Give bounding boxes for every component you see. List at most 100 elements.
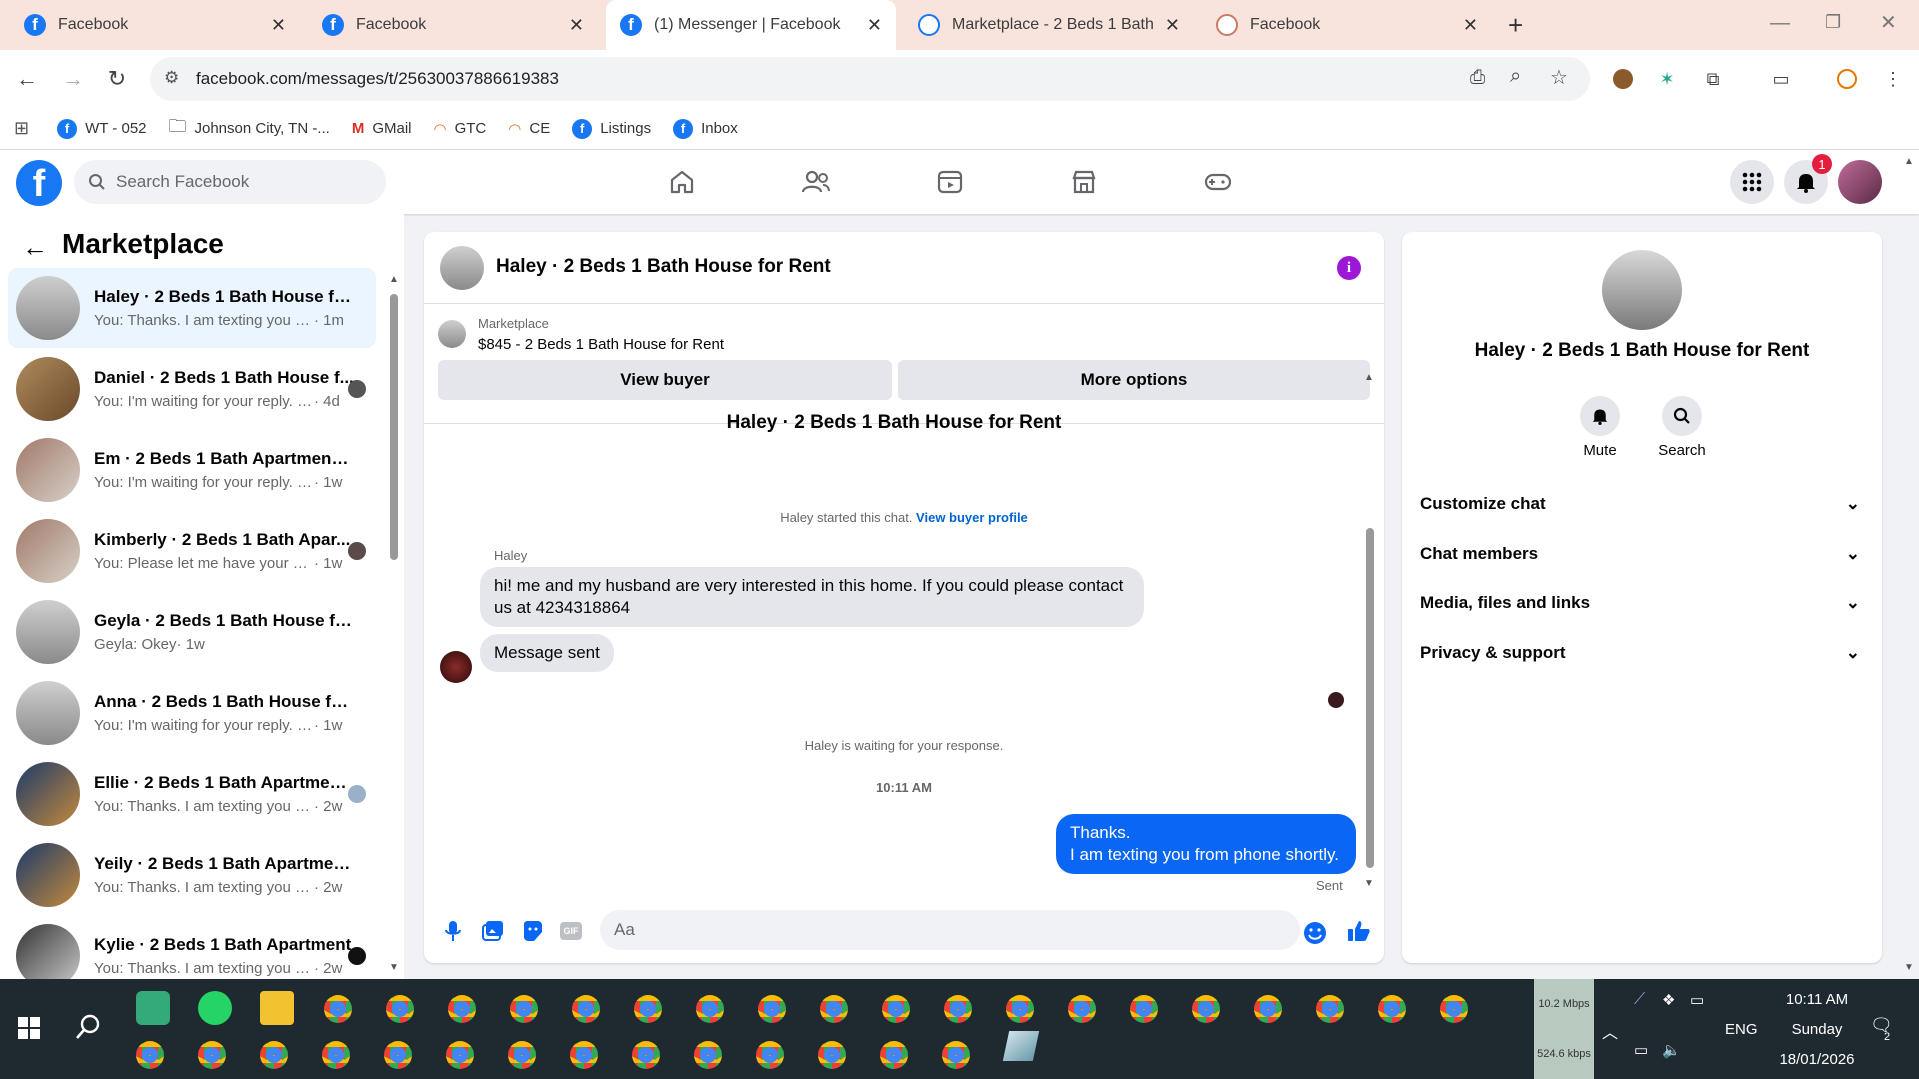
- page-scroll-up-icon[interactable]: ▲: [1904, 156, 1914, 167]
- chrome-profile-icon[interactable]: [384, 1041, 412, 1069]
- battery-icon[interactable]: ▭: [1690, 991, 1704, 1009]
- extension-icon[interactable]: ✶: [1654, 66, 1680, 92]
- chrome-profile-icon[interactable]: [446, 1041, 474, 1069]
- home-icon[interactable]: [662, 164, 702, 200]
- chrome-profile-icon[interactable]: [942, 1041, 970, 1069]
- view-buyer-button[interactable]: View buyer: [438, 360, 892, 400]
- chrome-profile-icon[interactable]: [634, 995, 662, 1023]
- sticker-icon[interactable]: [520, 918, 546, 944]
- chrome-profile-icon[interactable]: [1192, 995, 1220, 1023]
- bookmark-item[interactable]: 🗀 Johnson City, TN -...: [169, 114, 330, 144]
- facebook-logo-icon[interactable]: f: [16, 160, 62, 206]
- back-icon[interactable]: ←: [12, 64, 42, 94]
- clock-time[interactable]: 10:11 AM: [1772, 991, 1862, 1008]
- back-arrow-icon[interactable]: ←: [22, 232, 48, 263]
- chrome-profile-icon[interactable]: [136, 1041, 164, 1069]
- dropbox-icon[interactable]: ❖: [1662, 991, 1675, 1009]
- bookmark-item[interactable]: f WT - 052: [57, 118, 147, 139]
- bookmark-item[interactable]: f Listings: [572, 118, 651, 139]
- conversation-item[interactable]: Em · 2 Beds 1 Bath Apartment f... You: I'…: [8, 430, 376, 510]
- view-buyer-profile-link[interactable]: View buyer profile: [916, 510, 1028, 525]
- sender-avatar[interactable]: [440, 651, 472, 683]
- conversation-item[interactable]: Geyla · 2 Beds 1 Bath House for ... Geyla…: [8, 592, 376, 672]
- search-conversation-icon[interactable]: [1662, 396, 1702, 436]
- chrome-profile-icon[interactable]: [510, 995, 538, 1023]
- menu-kebab-icon[interactable]: ⋮: [1880, 66, 1906, 92]
- incoming-message[interactable]: Message sent: [480, 634, 614, 672]
- chrome-profile-icon[interactable]: [572, 995, 600, 1023]
- chrome-profile-icon[interactable]: [1006, 995, 1034, 1023]
- close-window-icon[interactable]: ✕: [1880, 10, 1897, 35]
- minimize-icon[interactable]: —: [1770, 12, 1790, 35]
- browser-tab[interactable]: Marketplace - 2 Beds 1 Bath Ho ✕: [904, 0, 1194, 50]
- close-tab-icon[interactable]: ✕: [569, 15, 584, 36]
- reload-icon[interactable]: ↻: [102, 64, 132, 94]
- whatsapp-icon[interactable]: [198, 991, 232, 1025]
- restore-icon[interactable]: ❐: [1825, 12, 1841, 33]
- chrome-profile-icon[interactable]: [882, 995, 910, 1023]
- emoji-icon[interactable]: [1302, 920, 1328, 946]
- chat-scrollbar-thumb[interactable]: [1366, 528, 1374, 868]
- install-app-icon[interactable]: ⎙: [1470, 67, 1485, 89]
- chrome-profile-icon[interactable]: [820, 995, 848, 1023]
- close-tab-icon[interactable]: ✕: [1463, 15, 1478, 36]
- browser-tab[interactable]: f Facebook ✕: [10, 0, 300, 50]
- file-explorer-icon[interactable]: [260, 991, 294, 1025]
- chrome-profile-icon[interactable]: [198, 1041, 226, 1069]
- scroll-up-icon[interactable]: ▲: [1364, 372, 1374, 383]
- chrome-profile-icon[interactable]: [758, 995, 786, 1023]
- chat-avatar[interactable]: [440, 246, 484, 290]
- mute-bell-icon[interactable]: [1580, 396, 1620, 436]
- menu-grid-icon[interactable]: [1730, 160, 1774, 204]
- chrome-profile-icon[interactable]: [448, 995, 476, 1023]
- forward-icon[interactable]: →: [58, 64, 88, 94]
- bookmark-item[interactable]: f Inbox: [673, 118, 738, 139]
- extensions-puzzle-icon[interactable]: ⧉: [1700, 66, 1726, 92]
- chrome-profile-icon[interactable]: [944, 995, 972, 1023]
- clock-day[interactable]: Sunday: [1772, 1021, 1862, 1038]
- apps-grid-icon[interactable]: ⊞: [14, 118, 29, 139]
- video-icon[interactable]: [930, 164, 970, 200]
- message-input[interactable]: Aa: [600, 910, 1300, 950]
- chrome-profile-icon[interactable]: [324, 995, 352, 1023]
- chrome-profile-icon[interactable]: [386, 995, 414, 1023]
- close-tab-icon[interactable]: ✕: [867, 15, 882, 36]
- chrome-profile-icon[interactable]: [1130, 995, 1158, 1023]
- chrome-profile-icon[interactable]: [1378, 995, 1406, 1023]
- network-icon[interactable]: ▭: [1634, 1041, 1648, 1059]
- page-scroll-down-icon[interactable]: ▼: [1904, 962, 1914, 973]
- contact-avatar[interactable]: [1602, 250, 1682, 330]
- tab-search-icon[interactable]: ▭: [1768, 66, 1794, 92]
- language-indicator[interactable]: ENG: [1725, 1021, 1758, 1038]
- conversation-item[interactable]: Ellie · 2 Beds 1 Bath Apartmen... You: Th…: [8, 754, 376, 834]
- conversation-item[interactable]: Anna · 2 Beds 1 Bath House for ... You: I…: [8, 673, 376, 753]
- scroll-down-icon[interactable]: ▼: [389, 962, 399, 973]
- conversation-item[interactable]: Daniel · 2 Beds 1 Bath House f... You: I'…: [8, 349, 376, 429]
- scroll-up-icon[interactable]: ▲: [389, 274, 399, 285]
- scroll-down-icon[interactable]: ▼: [1364, 878, 1374, 889]
- chrome-profile-icon[interactable]: [322, 1041, 350, 1069]
- chrome-profile-icon[interactable]: [1254, 995, 1282, 1023]
- more-options-button[interactable]: More options: [898, 360, 1370, 400]
- tray-chevron-icon[interactable]: ︿: [1602, 1019, 1618, 1043]
- chrome-profile-icon[interactable]: [756, 1041, 784, 1069]
- conversation-item[interactable]: Haley · 2 Beds 1 Bath House for ... You: …: [8, 268, 376, 348]
- zoom-icon[interactable]: ⌕: [1510, 65, 1521, 88]
- close-tab-icon[interactable]: ✕: [271, 15, 286, 36]
- taskbar-app-icon[interactable]: [136, 991, 170, 1025]
- bookmark-item[interactable]: ◠ CE: [508, 120, 550, 138]
- chrome-profile-icon[interactable]: [880, 1041, 908, 1069]
- conversation-list-scrollbar[interactable]: ▲ ▼: [388, 274, 400, 974]
- search-icon[interactable]: [74, 1013, 102, 1046]
- scrollbar-thumb[interactable]: [390, 294, 398, 560]
- privacy-support-section[interactable]: Privacy & support ⌄: [1420, 633, 1860, 673]
- pen-icon[interactable]: ⟋: [1634, 991, 1645, 1009]
- friends-icon[interactable]: [796, 164, 836, 200]
- gaming-icon[interactable]: [1198, 164, 1238, 200]
- clock-date[interactable]: 18/01/2026: [1772, 1051, 1862, 1068]
- chrome-profile-icon[interactable]: [696, 995, 724, 1023]
- conversation-item[interactable]: Kimberly · 2 Beds 1 Bath Apar... You: Ple…: [8, 511, 376, 591]
- chrome-profile-icon[interactable]: [1440, 995, 1468, 1023]
- profile-icon[interactable]: [1834, 66, 1860, 92]
- incoming-message[interactable]: hi! me and my husband are very intereste…: [480, 567, 1144, 627]
